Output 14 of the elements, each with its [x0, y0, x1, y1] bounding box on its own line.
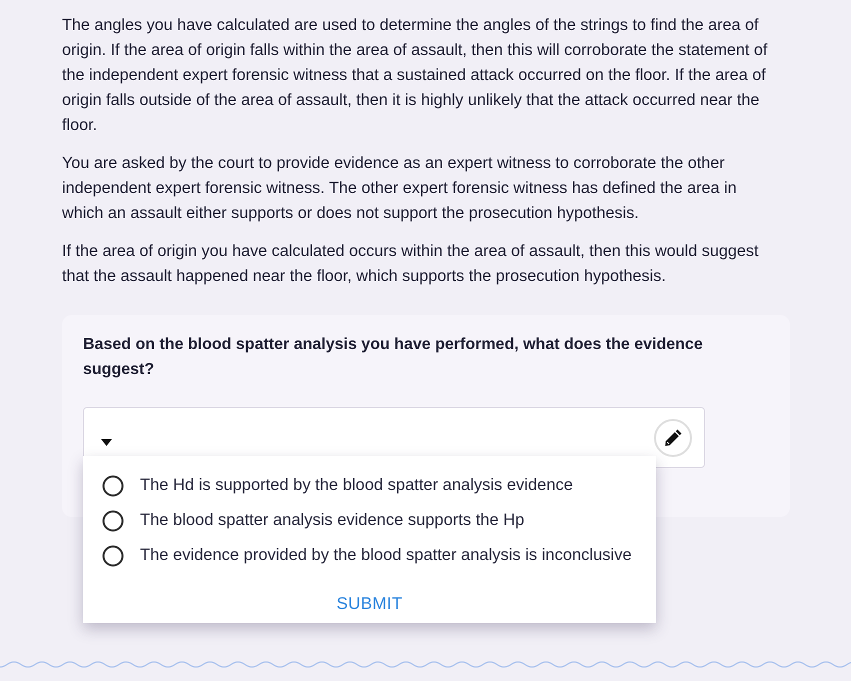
body-paragraph: You are asked by the court to provide evidence as an expert witness to corroborate the other independent expert forensic witness. The other expert forensic witness has defined the area in which an assault either supports or does not support the prosecution hypothesis.	[62, 153, 738, 224]
option-label[interactable]: The evidence provided by the blood spatter analysis is inconclusive	[140, 546, 632, 565]
pencil-icon	[664, 428, 682, 447]
edit-button[interactable]	[654, 418, 692, 456]
body-paragraph: If the area of origin you have calculated occurs within the area of assault, then this would suggest that the assault happened near the floor, which supports the prosecution hypothesis.	[62, 241, 760, 287]
radio-button[interactable]	[102, 510, 124, 532]
radio-button[interactable]	[102, 544, 124, 566]
submit-button[interactable]: SUBMIT	[320, 586, 419, 622]
option-label[interactable]: The Hd is supported by the blood spatter analysis evidence	[140, 476, 573, 495]
caret-icon	[101, 439, 112, 446]
body-paragraph: The angles you have calculated are used to determine the angles of the strings to find the area of origin. If the area of origin falls within the area of assault, then this will corroborate the statement of the independent expert forensic witness that a sustained attack occurred on the floor. If the area of origin falls outside of the area of assault, then it is highly unlikely that the attack occurred near the floor.	[62, 15, 768, 136]
radio-button[interactable]	[102, 474, 124, 496]
option-label[interactable]: The blood spatter analysis evidence supports the Hp	[140, 511, 524, 530]
question-text: Based on the blood spatter analysis you have performed, what does the evidence suggest?	[83, 335, 704, 380]
